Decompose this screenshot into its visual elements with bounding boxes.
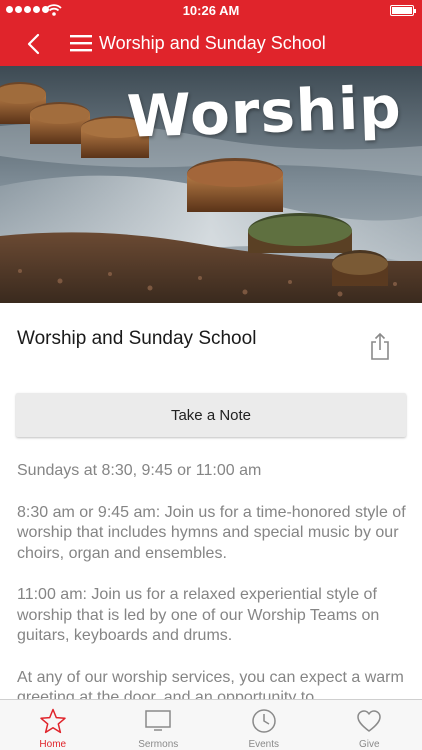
tab-bar: Home Sermons Events Give: [0, 699, 422, 750]
tv-icon: [145, 710, 171, 731]
tab-label: Sermons: [138, 739, 179, 750]
tab-sermons[interactable]: Sermons: [106, 700, 212, 750]
share-icon[interactable]: [368, 332, 392, 360]
hero-image: Worship: [0, 66, 422, 303]
hero-overlay-text: Worship: [126, 73, 404, 151]
chevron-left-icon[interactable]: [22, 32, 46, 56]
tab-home[interactable]: Home: [0, 700, 106, 750]
clock-icon: [252, 709, 276, 733]
nav-bar: Worship and Sunday School: [0, 22, 422, 66]
paragraph: 11:00 am: Join us for a relaxed experien…: [17, 586, 380, 644]
tab-label: Give: [358, 739, 380, 750]
take-a-note-button[interactable]: Take a Note: [16, 393, 406, 437]
status-bar: 10:26 AM: [0, 0, 422, 22]
star-icon: [40, 708, 66, 734]
heart-icon: [357, 710, 381, 732]
tab-events[interactable]: Events: [211, 700, 317, 750]
nav-title: Worship and Sunday School: [99, 33, 326, 53]
tab-label: Events: [248, 739, 280, 750]
tab-label: Home: [39, 739, 67, 750]
paragraph: 8:30 am or 9:45 am: Join us for a time-h…: [17, 503, 406, 562]
description: Sundays at 8:30, 9:45 or 11:00 am 8:30 a…: [17, 461, 409, 730]
page-title: Worship and Sunday School: [17, 328, 257, 349]
tab-give[interactable]: Give: [317, 700, 422, 750]
battery-icon: [390, 5, 416, 16]
paragraph: Sundays at 8:30, 9:45 or 11:00 am: [17, 462, 262, 479]
status-time: 10:26 AM: [182, 3, 240, 18]
hamburger-menu-icon[interactable]: [70, 34, 92, 52]
